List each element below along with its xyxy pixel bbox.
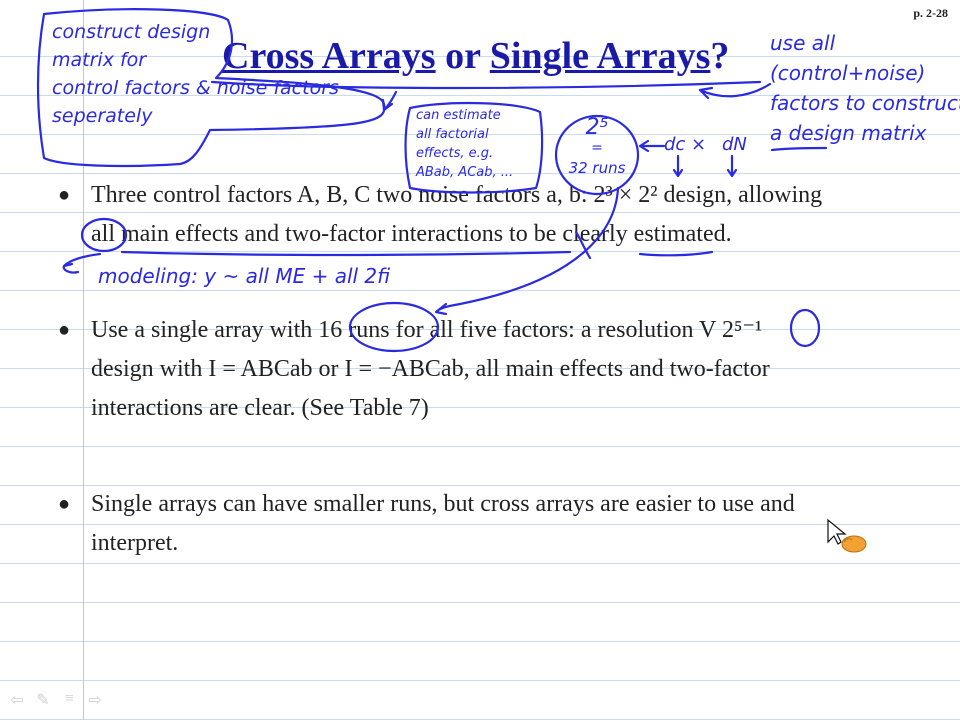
estimate-note: can estimate all factorial effects, e.g.… <box>416 106 513 182</box>
next-slide-icon[interactable]: ⇨ <box>86 690 104 710</box>
note-line: a design matrix <box>770 121 927 145</box>
bullet-text: Single arrays can have smaller runs, but… <box>91 485 921 563</box>
note-line: (control+noise) <box>770 61 926 85</box>
bullet-line: interpret. <box>91 530 179 556</box>
bullet-text: Use a single array with 16 runs for all … <box>91 311 921 428</box>
slide-toolbar[interactable]: ⇦ ✎ ≡ ⇨ <box>8 690 104 710</box>
note-line: 32 runs <box>568 159 626 177</box>
modeling-note: modeling: y ~ all ME + all 2fi <box>98 264 391 288</box>
bullet-dot: ● <box>58 493 71 515</box>
bullet-line: interactions are clear. (See Table 7) <box>91 395 429 421</box>
title-middle: or <box>435 35 490 77</box>
bullet-line: Single arrays can have smaller runs, but… <box>91 491 795 517</box>
right-note: use all (control+noise) factors to const… <box>770 28 960 148</box>
note-line: factors to construct <box>770 91 960 115</box>
bullet-line: design with I = ABCab or I = −ABCab, all… <box>91 356 770 382</box>
pen-tool-icon[interactable]: ✎ <box>34 690 52 710</box>
dc-note: dc × <box>664 134 707 155</box>
title-end: ? <box>710 35 730 77</box>
note-line: 2⁵ <box>585 115 609 140</box>
note-line: construct design <box>52 21 211 43</box>
bullet-line: all main effects and two-factor interact… <box>91 221 732 247</box>
note-line: = <box>591 140 603 156</box>
runs-note: 2⁵ = 32 runs <box>560 115 634 178</box>
note-line: control factors & noise factors <box>52 77 339 99</box>
bullet-text: Three control factors A, B, C two noise … <box>91 176 921 254</box>
note-line: use all <box>770 31 836 55</box>
bullet-line: Use a single array with 16 runs for all … <box>91 317 763 343</box>
bullet-dot: ● <box>58 319 71 341</box>
note-line: seperately <box>52 105 153 127</box>
menu-icon[interactable]: ≡ <box>60 690 78 710</box>
dn-note: dN <box>722 134 747 155</box>
note-line: matrix for <box>52 49 147 71</box>
bullet-dot: ● <box>58 184 71 206</box>
note-line: all factorial <box>416 127 489 142</box>
note-line: can estimate <box>416 108 501 123</box>
title-part-single-arrays: Single Arrays <box>489 35 711 77</box>
previous-slide-icon[interactable]: ⇦ <box>8 690 26 710</box>
note-line: effects, e.g. <box>416 146 494 161</box>
left-note: construct design matrix for control fact… <box>52 18 339 130</box>
note-line: ABab, ACab, ... <box>416 165 514 180</box>
page-number: p. 2-28 <box>913 6 948 20</box>
hand-cursor-icon <box>827 518 867 553</box>
